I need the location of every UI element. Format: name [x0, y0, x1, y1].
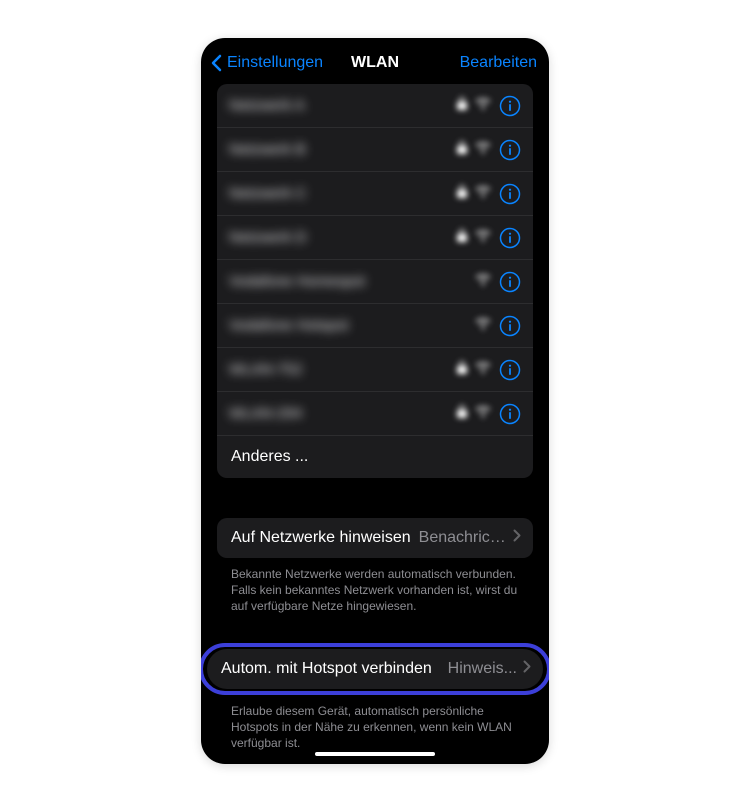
auto-hotspot-footer: Erlaube diesem Gerät, automatisch persön… — [217, 695, 533, 752]
ask-to-join-value: Benachrichti... — [419, 529, 507, 547]
network-icons — [457, 359, 521, 381]
chevron-left-icon — [209, 52, 223, 74]
lock-icon — [457, 229, 467, 247]
networks-list: Netzwerk A Netzwerk B Netzwerk C Netzwerk D… — [217, 84, 533, 478]
wifi-icon — [475, 141, 491, 159]
network-row[interactable]: WLAN-752 — [217, 348, 533, 392]
network-icons — [457, 403, 521, 425]
wifi-icon — [475, 317, 491, 335]
network-row[interactable]: Netzwerk C — [217, 172, 533, 216]
wifi-icon — [475, 185, 491, 203]
lock-icon — [457, 97, 467, 115]
wifi-icon — [475, 229, 491, 247]
lock-icon — [457, 405, 467, 423]
network-icons — [457, 227, 521, 249]
highlighted-setting: Autom. mit Hotspot verbinden Hinweis... — [201, 643, 549, 695]
network-icons — [457, 139, 521, 161]
wifi-icon — [475, 97, 491, 115]
ask-to-join-row[interactable]: Auf Netzwerke hinweisen Benachrichti... — [217, 518, 533, 558]
network-icons — [457, 95, 521, 117]
network-name: Netzwerk C — [229, 185, 307, 202]
ask-to-join-footer: Bekannte Netzwerke werden automatisch ve… — [217, 558, 533, 615]
wifi-icon — [475, 273, 491, 291]
network-name: WLAN-294 — [229, 405, 302, 422]
back-label: Einstellungen — [227, 54, 323, 72]
wifi-icon — [475, 405, 491, 423]
network-row[interactable]: Netzwerk D — [217, 216, 533, 260]
chevron-right-icon — [513, 529, 521, 547]
lock-icon — [457, 141, 467, 159]
network-name: Netzwerk D — [229, 229, 307, 246]
network-row[interactable]: Netzwerk B — [217, 128, 533, 172]
info-icon[interactable] — [499, 359, 521, 381]
info-icon[interactable] — [499, 139, 521, 161]
network-name: Netzwerk A — [229, 97, 305, 114]
back-button[interactable]: Einstellungen — [209, 52, 323, 74]
auto-hotspot-value: Hinweis... — [448, 660, 517, 678]
network-name: Vodafone Homespot — [229, 273, 365, 290]
auto-hotspot-row[interactable]: Autom. mit Hotspot verbinden Hinweis... — [207, 649, 543, 689]
network-row[interactable]: Vodafone Hotspot — [217, 304, 533, 348]
home-indicator[interactable] — [315, 752, 435, 756]
network-icons — [457, 183, 521, 205]
page-title: WLAN — [351, 54, 399, 72]
network-name: Vodafone Hotspot — [229, 317, 348, 334]
nav-bar: Einstellungen WLAN Bearbeiten — [201, 38, 549, 84]
lock-icon — [457, 185, 467, 203]
device-frame: Einstellungen WLAN Bearbeiten Netzwerk A… — [201, 38, 549, 764]
info-icon[interactable] — [499, 271, 521, 293]
auto-hotspot-label: Autom. mit Hotspot verbinden — [221, 660, 432, 678]
info-icon[interactable] — [499, 183, 521, 205]
network-row[interactable]: Vodafone Homespot — [217, 260, 533, 304]
info-icon[interactable] — [499, 227, 521, 249]
ask-to-join-label: Auf Netzwerke hinweisen — [231, 529, 411, 547]
network-row[interactable]: WLAN-294 — [217, 392, 533, 436]
network-icons — [475, 271, 521, 293]
other-network-row[interactable]: Anderes ... — [217, 436, 533, 478]
lock-icon — [457, 361, 467, 379]
network-name: Netzwerk B — [229, 141, 306, 158]
info-icon[interactable] — [499, 403, 521, 425]
wifi-icon — [475, 361, 491, 379]
info-icon[interactable] — [499, 95, 521, 117]
info-icon[interactable] — [499, 315, 521, 337]
network-row[interactable]: Netzwerk A — [217, 84, 533, 128]
edit-button[interactable]: Bearbeiten — [460, 54, 537, 72]
network-icons — [475, 315, 521, 337]
network-name: WLAN-752 — [229, 361, 302, 378]
chevron-right-icon — [523, 660, 531, 678]
